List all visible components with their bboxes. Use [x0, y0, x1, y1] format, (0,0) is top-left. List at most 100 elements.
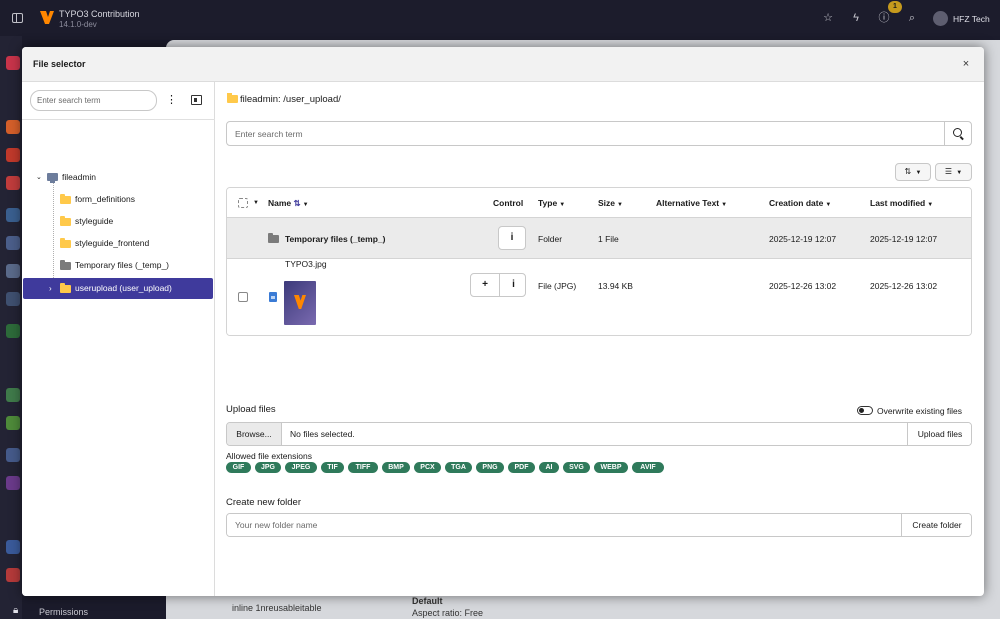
folder-tree: ⋮ ⌄ fileadmin form_definitions styleguid… — [22, 82, 215, 596]
row-modified: 2025-12-26 13:02 — [870, 281, 938, 291]
allowed-extensions-label: Allowed file extensions — [226, 451, 312, 461]
row-type: File (JPG) — [538, 281, 577, 291]
module-icon[interactable] — [6, 476, 20, 490]
tree-node-userupload[interactable]: › userupload (user_upload) — [23, 278, 213, 299]
top-bar: TYPO3 Contribution 14.1.0-dev ☆ ϟ ⓘ 1 ⌕ … — [0, 0, 1000, 36]
create-folder-button[interactable]: Create folder — [901, 514, 971, 536]
column-size[interactable]: Size ▼ — [598, 198, 623, 208]
view-mode-button[interactable]: ☰ ▼ — [935, 163, 972, 181]
notification-badge: 1 — [888, 1, 902, 13]
bg-aspect-label: Aspect ratio: Free — [412, 608, 484, 618]
chevron-down-icon[interactable]: ⌄ — [36, 168, 42, 187]
column-name[interactable]: Name ⇅ ▼ — [268, 198, 309, 209]
chevron-down-icon[interactable]: ▼ — [253, 200, 259, 206]
user-name[interactable]: HFZ Tech — [953, 14, 990, 24]
avatar[interactable] — [933, 11, 948, 26]
sort-options-button[interactable]: ⇅ ▼ — [895, 163, 931, 181]
module-icon[interactable] — [6, 540, 20, 554]
close-icon[interactable]: × — [959, 57, 973, 71]
folder-name-input[interactable] — [227, 514, 901, 536]
bookmark-icon[interactable]: ☆ — [822, 12, 834, 24]
row-name[interactable]: Temporary files (_temp_) — [285, 234, 385, 244]
bg-default-label: Default — [412, 596, 443, 606]
column-control: Control — [493, 198, 524, 208]
folder-icon — [268, 233, 279, 243]
column-creation-date[interactable]: Creation date ▼ — [769, 198, 831, 208]
extension-badge: WEBP — [594, 462, 628, 473]
table-row[interactable]: TYPO3.jpg + i File (JPG) 13.94 KB 2025-1… — [227, 259, 971, 335]
row-size: 13.94 KB — [598, 281, 633, 291]
column-alt-text[interactable]: Alternative Text ▼ — [656, 198, 727, 208]
search-input[interactable] — [227, 122, 944, 145]
module-icon[interactable] — [6, 208, 20, 222]
chevron-right-icon[interactable]: › — [49, 278, 52, 299]
module-icon[interactable] — [6, 448, 20, 462]
info-button[interactable]: i — [499, 274, 527, 296]
info-icon[interactable]: ⓘ — [878, 12, 890, 24]
tree-node-label: fileadmin — [62, 172, 97, 182]
module-icon[interactable] — [6, 388, 20, 402]
modal-title: File selector — [33, 59, 86, 69]
folder-icon — [60, 194, 71, 204]
add-button[interactable]: + — [471, 274, 499, 296]
typo3-logo-icon — [40, 11, 54, 24]
lightning-icon[interactable]: ϟ — [850, 12, 862, 24]
tree-node-temp[interactable]: Temporary files (_temp_) — [48, 256, 208, 275]
overwrite-label[interactable]: Overwrite existing files — [877, 406, 962, 416]
module-icon[interactable] — [6, 56, 20, 70]
module-icon[interactable] — [6, 568, 20, 582]
tree-node-label: form_definitions — [75, 194, 136, 204]
module-icon[interactable] — [6, 236, 20, 250]
extension-badge: AI — [539, 462, 559, 473]
selected-file-text: No files selected. — [290, 429, 355, 439]
column-type[interactable]: Type ▼ — [538, 198, 565, 208]
search-button[interactable] — [944, 122, 972, 145]
module-icon[interactable] — [6, 292, 20, 306]
tree-node-fileadmin[interactable]: ⌄ fileadmin — [30, 168, 210, 187]
module-icon[interactable] — [6, 148, 20, 162]
table-row[interactable]: Temporary files (_temp_) i Folder 1 File… — [227, 218, 971, 259]
extension-badge: SVG — [563, 462, 590, 473]
image-file-icon — [269, 292, 277, 302]
upload-files-button[interactable]: Upload files — [907, 423, 971, 445]
row-checkbox[interactable] — [238, 292, 248, 302]
row-size: 1 File — [598, 234, 619, 244]
select-all-checkbox[interactable] — [238, 198, 248, 208]
extension-badge: GIF — [226, 462, 251, 473]
extension-badge: TIFF — [348, 462, 378, 473]
tree-node-label: Temporary files (_temp_) — [75, 260, 170, 270]
tree-node-styleguide[interactable]: styleguide — [48, 212, 208, 231]
file-selector-modal: File selector × ⋮ ⌄ fileadmin form_defin… — [22, 47, 984, 596]
file-thumbnail[interactable] — [284, 281, 316, 325]
file-list-pane: fileadmin: /user_upload/ ⇅ ▼ ☰ ▼ ▼ Name … — [215, 82, 984, 596]
table-header: ▼ Name ⇅ ▼ Control Type ▼ Size ▼ Alternativ… — [227, 188, 971, 218]
tree-search-input[interactable] — [30, 90, 157, 111]
bg-module-permissions[interactable]: Permissions — [39, 607, 88, 617]
folder-icon — [60, 238, 71, 248]
extension-badge: JPEG — [285, 462, 317, 473]
module-icon[interactable] — [6, 176, 20, 190]
module-icon[interactable] — [6, 416, 20, 430]
create-folder-group: Create folder — [226, 513, 972, 537]
column-last-modified[interactable]: Last modified ▼ — [870, 198, 933, 208]
extension-badge: BMP — [382, 462, 410, 473]
upload-input-group: Browse... No files selected. Upload file… — [226, 422, 972, 446]
overwrite-toggle[interactable] — [857, 406, 873, 415]
file-table: ▼ Name ⇅ ▼ Control Type ▼ Size ▼ Alternativ… — [226, 187, 972, 336]
module-icon[interactable] — [6, 324, 20, 338]
tree-node-styleguide-frontend[interactable]: styleguide_frontend — [48, 234, 208, 253]
collapse-tree-icon[interactable] — [191, 95, 202, 105]
extension-badge: JPG — [255, 462, 281, 473]
row-name[interactable]: TYPO3.jpg — [285, 259, 327, 269]
extension-badge: TIF — [321, 462, 344, 473]
search-icon[interactable]: ⌕ — [906, 12, 918, 24]
file-control-buttons: + i — [470, 273, 526, 297]
app-version: 14.1.0-dev — [59, 20, 97, 29]
browse-button[interactable]: Browse... — [227, 423, 282, 445]
sidebar-toggle-icon[interactable] — [12, 13, 23, 23]
info-button[interactable]: i — [498, 226, 526, 250]
tree-node-form-definitions[interactable]: form_definitions — [48, 190, 208, 209]
module-icon[interactable] — [6, 264, 20, 278]
more-options-icon[interactable]: ⋮ — [166, 93, 177, 107]
module-icon[interactable] — [6, 120, 20, 134]
